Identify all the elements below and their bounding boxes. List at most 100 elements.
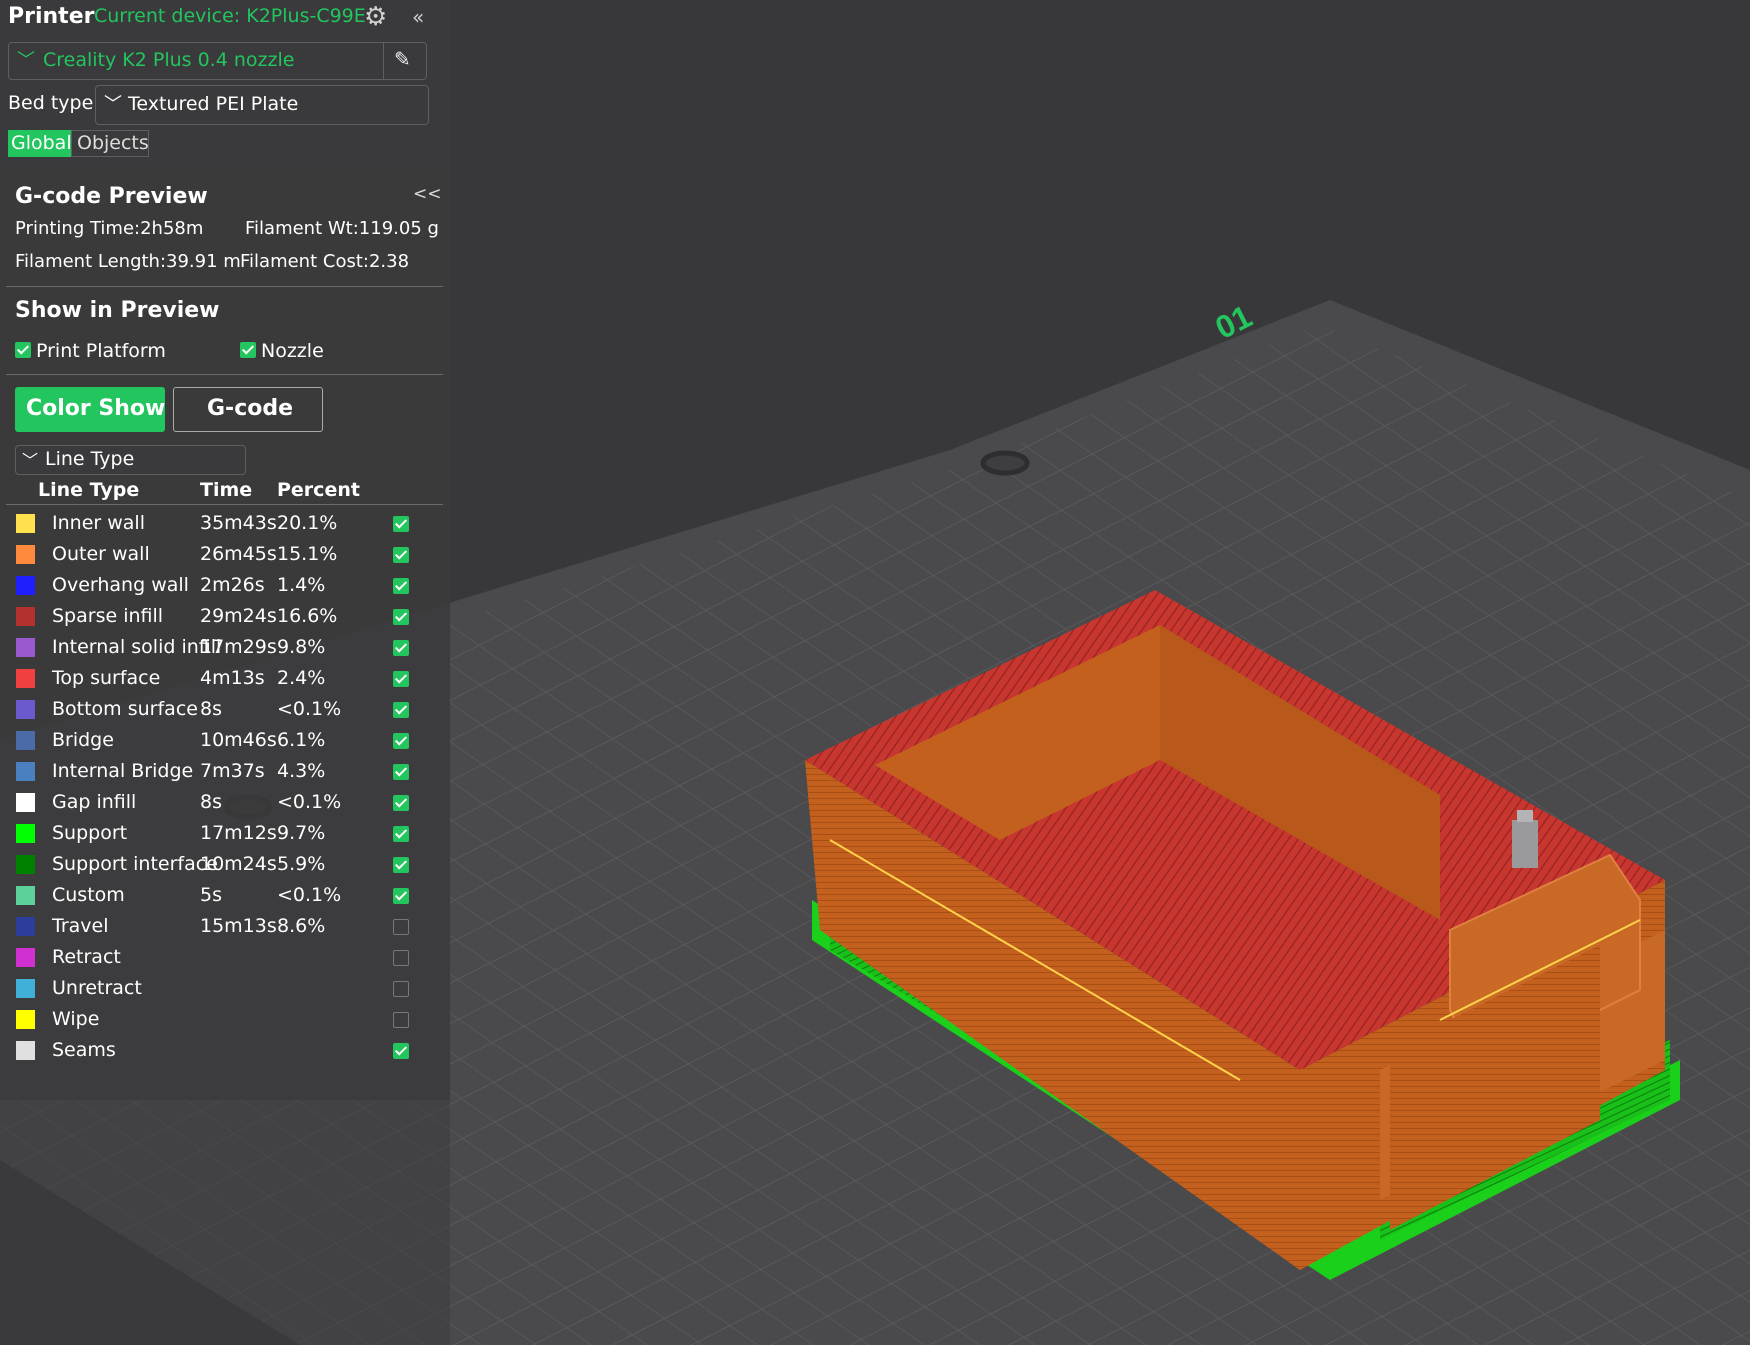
line-type-time: 26m45s [200,543,277,565]
visibility-checkbox[interactable] [393,671,409,687]
line-type-name: Bridge [52,729,114,751]
line-type-name: Bottom surface [52,698,198,720]
line-type-row[interactable]: Bridge 10m46s 6.1% [0,725,450,756]
col-time: Time [200,479,253,501]
line-type-time: 35m43s [200,512,277,534]
line-type-time: 17m29s [200,636,277,658]
line-type-percent: 15.1% [277,543,338,565]
line-type-name: Overhang wall [52,574,189,596]
line-type-percent: <0.1% [277,884,342,906]
line-type-time: 15m13s [200,915,277,937]
visibility-checkbox[interactable] [393,516,409,532]
chevron-down-icon: ﹀ [104,94,122,115]
visibility-checkbox[interactable] [393,609,409,625]
nozzle-model [1512,820,1538,868]
visibility-checkbox[interactable] [393,640,409,656]
visibility-checkbox[interactable] [393,733,409,749]
gear-icon[interactable]: ⚙ [364,2,387,32]
line-type-row[interactable]: Outer wall 26m45s 15.1% [0,539,450,570]
print-platform-checkbox[interactable] [15,342,31,358]
visibility-checkbox[interactable] [393,981,409,997]
line-type-row[interactable]: Sparse infill 29m24s 16.6% [0,601,450,632]
line-type-time: 29m24s [200,605,277,627]
line-type-row[interactable]: Top surface 4m13s 2.4% [0,663,450,694]
line-type-time: 4m13s [200,667,265,689]
line-type-percent: 16.6% [277,605,338,627]
line-type-row[interactable]: Unretract [0,973,450,1004]
visibility-checkbox[interactable] [393,547,409,563]
visibility-checkbox[interactable] [393,888,409,904]
line-type-name: Support [52,822,128,844]
line-type-row[interactable]: Internal Bridge 7m37s 4.3% [0,756,450,787]
visibility-checkbox[interactable] [393,702,409,718]
line-type-name: Wipe [52,1008,100,1030]
line-type-name: Internal solid infill [52,636,222,658]
line-type-row[interactable]: Travel 15m13s 8.6% [0,911,450,942]
printer-title: Printer [8,4,95,29]
gcode-button[interactable]: G-code [173,387,323,432]
chevron-down-icon: ﹀ [22,451,39,470]
line-type-name: Top surface [52,667,161,689]
line-type-time: 5s [200,884,222,906]
visibility-checkbox[interactable] [393,826,409,842]
collapse-preview-icon[interactable]: << [413,184,442,204]
collapse-icon[interactable]: « [412,5,424,29]
line-type-percent: 1.4% [277,574,326,596]
print-platform-label: Print Platform [36,340,166,362]
col-percent: Percent [277,479,360,501]
bed-type-select[interactable]: ﹀ Textured PEI Plate [95,85,429,125]
line-type-time: 8s [200,791,222,813]
line-type-name: Support interface [52,853,218,875]
line-type-row[interactable]: Overhang wall 2m26s 1.4% [0,570,450,601]
color-swatch [16,700,35,719]
printer-preset-select[interactable]: ﹀ Creality K2 Plus 0.4 nozzle ✎ [8,42,427,80]
visibility-checkbox[interactable] [393,950,409,966]
gcode-preview-title: G-code Preview [15,184,208,209]
tab-objects[interactable]: Objects [71,130,149,157]
printer-section: Printer Current device: K2Plus-C99E ⚙ « … [0,0,450,160]
line-type-row[interactable]: Retract [0,942,450,973]
line-type-name: Internal Bridge [52,760,194,782]
line-type-row[interactable]: Inner wall 35m43s 20.1% [0,508,450,539]
view-type-select[interactable]: ﹀ Line Type [15,445,246,475]
line-type-name: Seams [52,1039,116,1061]
visibility-checkbox[interactable] [393,919,409,935]
line-type-row[interactable]: Gap infill 8s <0.1% [0,787,450,818]
visibility-checkbox[interactable] [393,795,409,811]
line-type-row[interactable]: Support interface 10m24s 5.9% [0,849,450,880]
line-type-name: Retract [52,946,121,968]
nozzle-checkbox[interactable] [240,342,256,358]
line-type-percent: <0.1% [277,791,342,813]
line-type-row[interactable]: Support 17m12s 9.7% [0,818,450,849]
visibility-checkbox[interactable] [393,764,409,780]
line-type-row[interactable]: Seams [0,1035,450,1066]
line-type-row[interactable]: Wipe [0,1004,450,1035]
line-type-row[interactable]: Custom 5s <0.1% [0,880,450,911]
line-type-name: Gap infill [52,791,137,813]
visibility-checkbox[interactable] [393,578,409,594]
visibility-checkbox[interactable] [393,857,409,873]
printing-time: Printing Time:2h58m [15,218,204,239]
line-type-time: 17m12s [200,822,277,844]
visibility-checkbox[interactable] [393,1012,409,1028]
chevron-down-icon: ﹀ [17,50,35,71]
view-type-value: Line Type [45,448,135,470]
preset-edit-button[interactable]: ✎ [383,43,426,79]
filament-cost: Filament Cost:2.38 [240,251,410,272]
color-swatch [16,886,35,905]
col-line-type: Line Type [38,479,140,501]
color-swatch [16,824,35,843]
tab-global[interactable]: Global [8,130,72,157]
color-show-label: Color Show [26,396,166,421]
color-show-button[interactable]: Color Show [15,387,165,432]
line-type-row[interactable]: Internal solid infill 17m29s 9.8% [0,632,450,663]
line-type-name: Custom [52,884,125,906]
visibility-checkbox[interactable] [393,1043,409,1059]
line-type-percent: <0.1% [277,698,342,720]
line-type-percent: 9.7% [277,822,326,844]
gcode-label: G-code [207,396,294,421]
line-type-percent: 2.4% [277,667,326,689]
line-type-time: 10m24s [200,853,277,875]
color-swatch [16,948,35,967]
line-type-row[interactable]: Bottom surface 8s <0.1% [0,694,450,725]
